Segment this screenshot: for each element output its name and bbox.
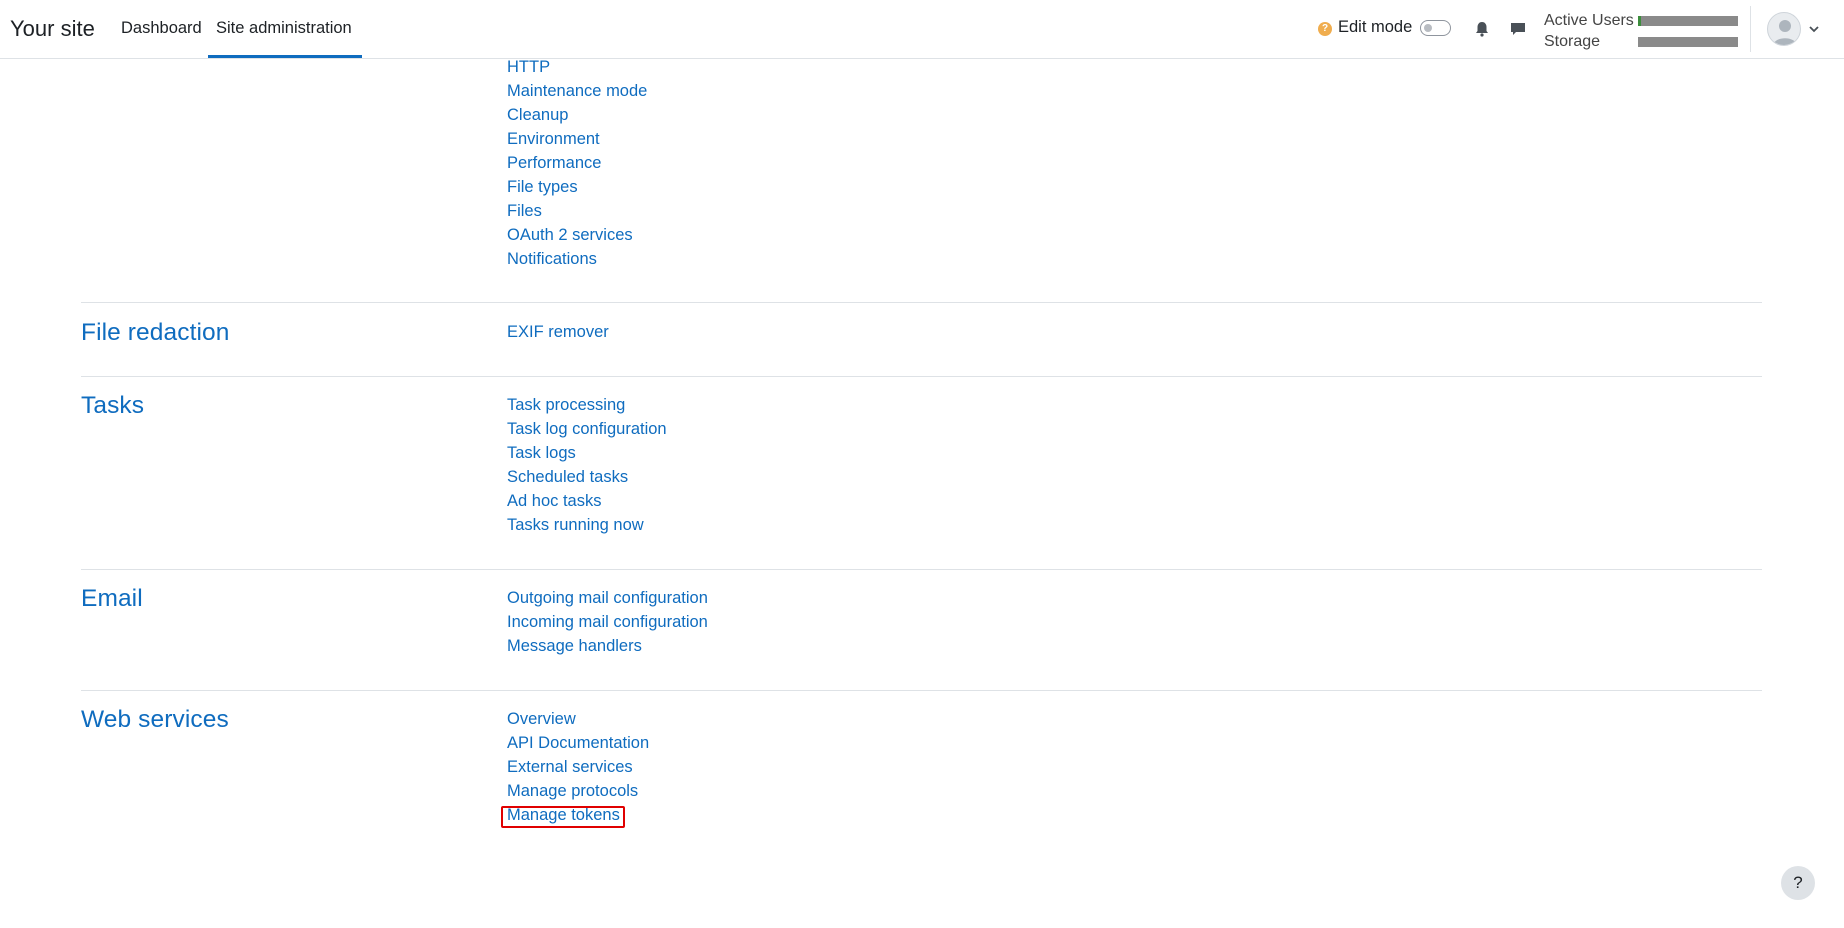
link-task-processing[interactable]: Task processing xyxy=(507,396,625,415)
chat-icon[interactable] xyxy=(1508,19,1528,39)
link-manage-tokens[interactable]: Manage tokens xyxy=(507,806,620,825)
section-title-email[interactable]: Email xyxy=(81,585,143,613)
section-divider xyxy=(81,690,1762,691)
section-title-web-services[interactable]: Web services xyxy=(81,706,229,734)
link-scheduled-tasks[interactable]: Scheduled tasks xyxy=(507,468,628,487)
main-content: HTTP Maintenance mode Cleanup Environmen… xyxy=(0,0,1844,928)
site-brand[interactable]: Your site xyxy=(10,16,95,42)
link-task-logs[interactable]: Task logs xyxy=(507,444,576,463)
edit-mode-label: Edit mode xyxy=(1338,18,1413,36)
link-http[interactable]: HTTP xyxy=(507,58,550,77)
storage-label: Storage xyxy=(1544,33,1601,50)
link-maintenance-mode[interactable]: Maintenance mode xyxy=(507,82,647,101)
user-avatar-icon xyxy=(1773,20,1797,45)
top-navbar: Your site Dashboard Site administration … xyxy=(0,0,1844,59)
link-file-types[interactable]: File types xyxy=(507,178,578,197)
link-cleanup[interactable]: Cleanup xyxy=(507,106,568,125)
avatar[interactable] xyxy=(1767,12,1801,46)
link-performance[interactable]: Performance xyxy=(507,154,601,173)
section-divider xyxy=(81,376,1762,377)
link-files[interactable]: Files xyxy=(507,202,542,221)
link-tasks-running-now[interactable]: Tasks running now xyxy=(507,516,644,535)
active-nav-indicator xyxy=(208,55,362,58)
link-api-documentation[interactable]: API Documentation xyxy=(507,734,649,753)
link-notifications[interactable]: Notifications xyxy=(507,250,597,269)
storage-bar xyxy=(1638,37,1738,47)
link-exif-remover[interactable]: EXIF remover xyxy=(507,323,609,342)
link-environment[interactable]: Environment xyxy=(507,130,600,149)
link-task-log-configuration[interactable]: Task log configuration xyxy=(507,420,667,439)
link-external-services[interactable]: External services xyxy=(507,758,633,777)
section-divider xyxy=(81,302,1762,303)
link-incoming-mail-configuration[interactable]: Incoming mail configuration xyxy=(507,613,708,632)
footer-help-button[interactable]: ? xyxy=(1781,866,1815,900)
chevron-down-icon[interactable] xyxy=(1808,23,1820,35)
navbar-divider xyxy=(1750,6,1751,52)
edit-mode-toggle[interactable] xyxy=(1420,20,1451,36)
section-title-tasks[interactable]: Tasks xyxy=(81,392,144,420)
active-users-bar-fill xyxy=(1638,16,1641,26)
link-manage-protocols[interactable]: Manage protocols xyxy=(507,782,638,801)
link-outgoing-mail-configuration[interactable]: Outgoing mail configuration xyxy=(507,589,708,608)
active-users-label: Active Users xyxy=(1544,12,1634,29)
active-users-bar xyxy=(1638,16,1738,26)
nav-dashboard[interactable]: Dashboard xyxy=(121,19,202,38)
link-message-handlers[interactable]: Message handlers xyxy=(507,637,642,656)
section-title-file-redaction[interactable]: File redaction xyxy=(81,319,229,347)
help-icon[interactable]: ? xyxy=(1318,22,1332,36)
link-oauth2-services[interactable]: OAuth 2 services xyxy=(507,226,633,245)
bell-icon[interactable] xyxy=(1472,19,1492,39)
toggle-knob xyxy=(1424,24,1432,32)
section-divider xyxy=(81,569,1762,570)
nav-site-administration[interactable]: Site administration xyxy=(216,19,352,38)
link-overview[interactable]: Overview xyxy=(507,710,576,729)
link-ad-hoc-tasks[interactable]: Ad hoc tasks xyxy=(507,492,601,511)
